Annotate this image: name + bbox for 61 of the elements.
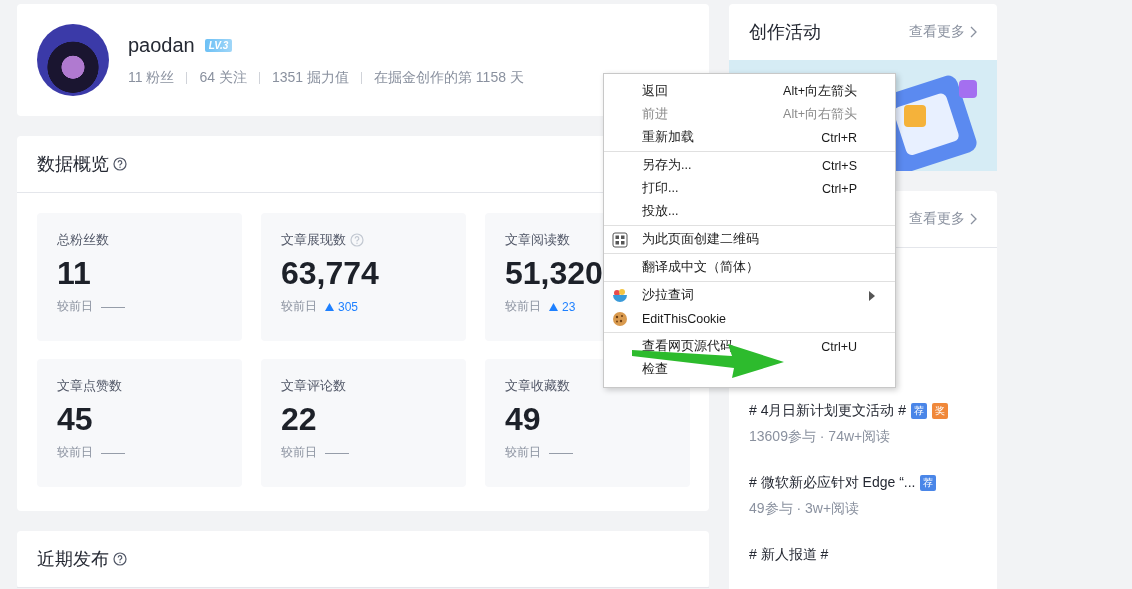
stat-label: 文章点赞数: [57, 377, 122, 395]
stat-value: 51,320: [505, 255, 603, 292]
topic-tag: 荐: [911, 403, 928, 419]
user-name[interactable]: paodan: [128, 33, 195, 57]
menu-item[interactable]: 投放...: [604, 200, 895, 223]
cookie-icon: [612, 310, 628, 327]
topic-tag: 荐: [920, 475, 937, 491]
salad-bowl-icon: [612, 287, 628, 304]
section-title: 创作活动: [749, 21, 821, 44]
submenu-arrow-icon: [869, 290, 875, 301]
topic-meta: 13609参与 · 74w+阅读: [749, 428, 892, 446]
menu-item[interactable]: 另存为... Ctrl+S: [604, 154, 895, 177]
level-badge: LV.3: [204, 38, 233, 52]
profile-stat: 64 关注: [199, 68, 247, 87]
profile-stat: 1351 掘力值: [271, 68, 349, 87]
menu-item[interactable]: 为此页面创建二维码: [604, 228, 895, 251]
topic-title[interactable]: # 新人报道 #: [749, 546, 829, 564]
up-triangle-icon: [325, 302, 334, 311]
stat-label: 文章收藏数: [505, 377, 570, 395]
stat-change: ——: [101, 299, 125, 314]
stat-label: 文章评论数: [281, 377, 346, 395]
stat-change: ——: [549, 445, 573, 460]
topic-meta: 49参与 · 3w+阅读: [749, 500, 861, 518]
stat-change: ——: [101, 445, 125, 460]
stat-change: ——: [325, 445, 349, 460]
stat-value: 45: [57, 401, 93, 438]
menu-item[interactable]: EditThisCookie: [604, 307, 895, 330]
help-icon[interactable]: [113, 157, 127, 171]
compare-label: 较前日: [281, 444, 317, 461]
help-icon[interactable]: [113, 552, 127, 566]
section-title: 数据概览: [37, 153, 109, 176]
stat-value: 22: [281, 401, 317, 438]
compare-label: 较前日: [505, 444, 541, 461]
up-triangle-icon: [549, 302, 558, 311]
section-title: 近期发布: [37, 548, 109, 571]
chevron-right-icon: [969, 26, 977, 38]
menu-item[interactable]: 打印... Ctrl+P: [604, 177, 895, 200]
compare-label: 较前日: [57, 298, 93, 315]
stat-value: 63,774: [281, 255, 379, 292]
menu-item[interactable]: 检查: [604, 358, 895, 381]
stat-label: 文章阅读数: [505, 231, 570, 249]
menu-item[interactable]: 返回 Alt+向左箭头: [604, 80, 895, 103]
compare-label: 较前日: [57, 444, 93, 461]
stat-change: 305: [325, 299, 359, 314]
stat-value: 49: [505, 401, 541, 438]
qr-code-icon: [612, 231, 628, 248]
menu-item[interactable]: 重新加载 Ctrl+R: [604, 126, 895, 149]
chevron-right-icon: [969, 213, 977, 225]
topic-tag: 奖: [932, 403, 949, 419]
profile-stat: 11 粉丝: [128, 68, 175, 87]
stat-change: 23: [549, 299, 576, 314]
menu-item[interactable]: 沙拉查词: [604, 284, 895, 307]
stat-label: 文章展现数: [281, 231, 346, 249]
topic-title[interactable]: # 4月日新计划更文活动 #: [749, 402, 907, 420]
topic-title[interactable]: # 微软新必应针对 Edge “...: [749, 474, 916, 492]
compare-label: 较前日: [505, 298, 541, 315]
stat-value: 11: [57, 255, 91, 292]
compare-label: 较前日: [281, 298, 317, 315]
profile-stat: 在掘金创作的第 1158 天: [373, 68, 524, 87]
menu-item[interactable]: 翻译成中文（简体）: [604, 256, 895, 279]
stat-label: 总粉丝数: [57, 231, 109, 249]
